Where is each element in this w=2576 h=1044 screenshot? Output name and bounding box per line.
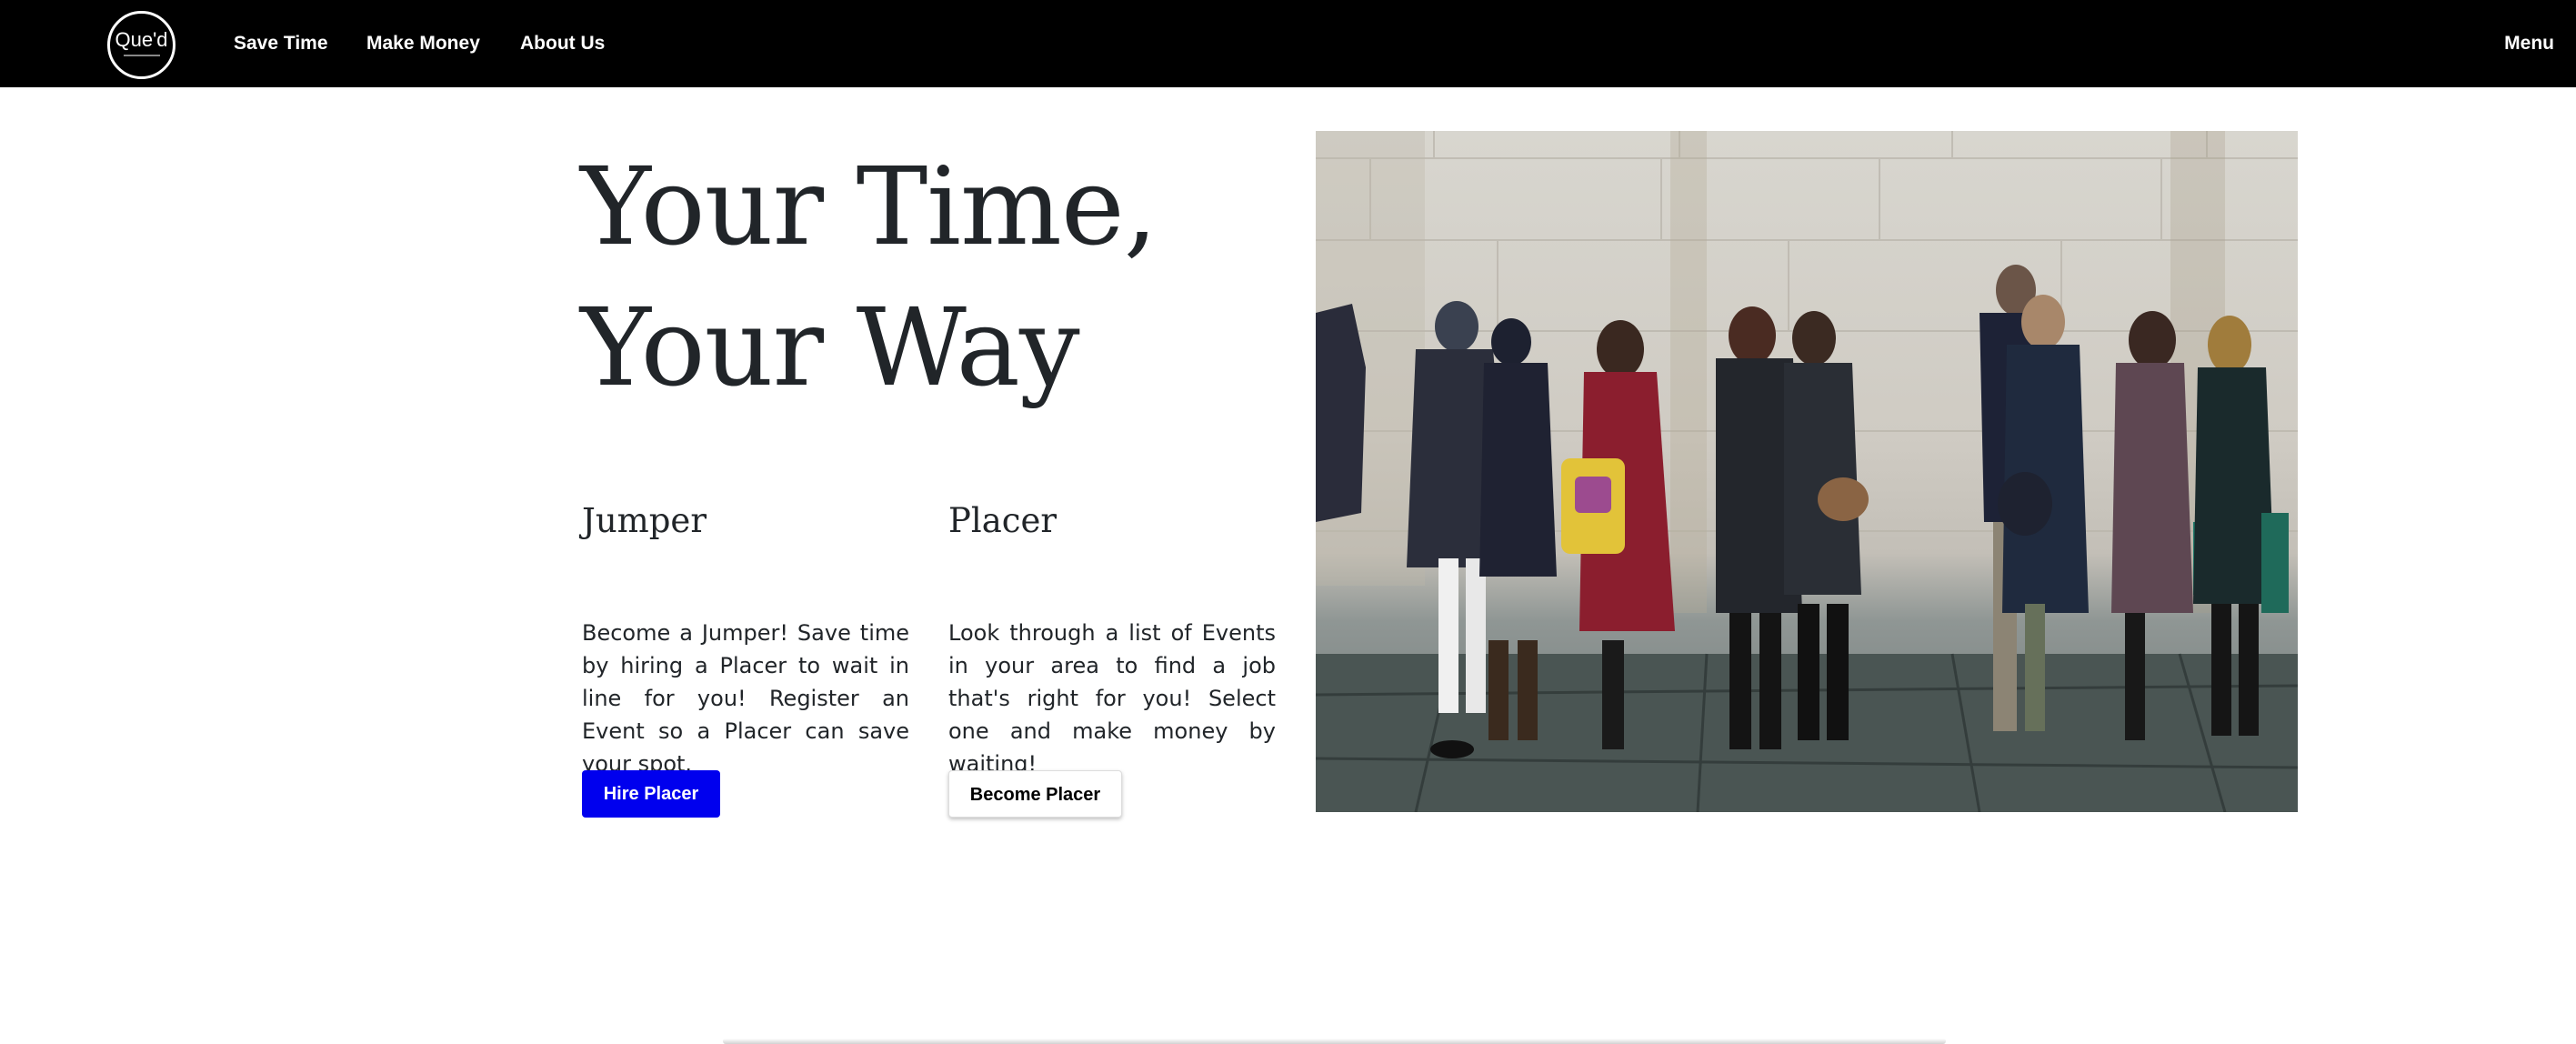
top-navbar: Que'd Save Time Make Money About Us Menu <box>0 0 2576 87</box>
hero-title: Your Time, Your Way <box>580 136 1271 418</box>
logo-text: Que'd <box>115 28 168 51</box>
logo[interactable]: Que'd <box>107 11 175 79</box>
nav-link-save-time[interactable]: Save Time <box>234 33 328 55</box>
placer-description: Look through a list of Events in your ar… <box>948 620 1276 777</box>
hero-image-people-in-line <box>1316 131 2298 812</box>
nav-link-about-us[interactable]: About Us <box>520 33 605 55</box>
menu-button[interactable]: Menu <box>2504 33 2554 55</box>
nav-link-make-money[interactable]: Make Money <box>366 33 480 55</box>
placer-heading: Placer <box>948 501 1057 540</box>
hero-title-line2: Your Way <box>580 285 1080 410</box>
section-divider-shadow <box>723 1039 1946 1044</box>
hire-placer-button[interactable]: Hire Placer <box>582 770 720 818</box>
jumper-description: Become a Jumper! Save time by hiring a P… <box>582 620 909 777</box>
hero-title-line1: Your Time, <box>580 144 1158 269</box>
become-placer-button[interactable]: Become Placer <box>948 770 1122 818</box>
logo-underline <box>123 55 160 56</box>
jumper-heading: Jumper <box>582 501 707 540</box>
